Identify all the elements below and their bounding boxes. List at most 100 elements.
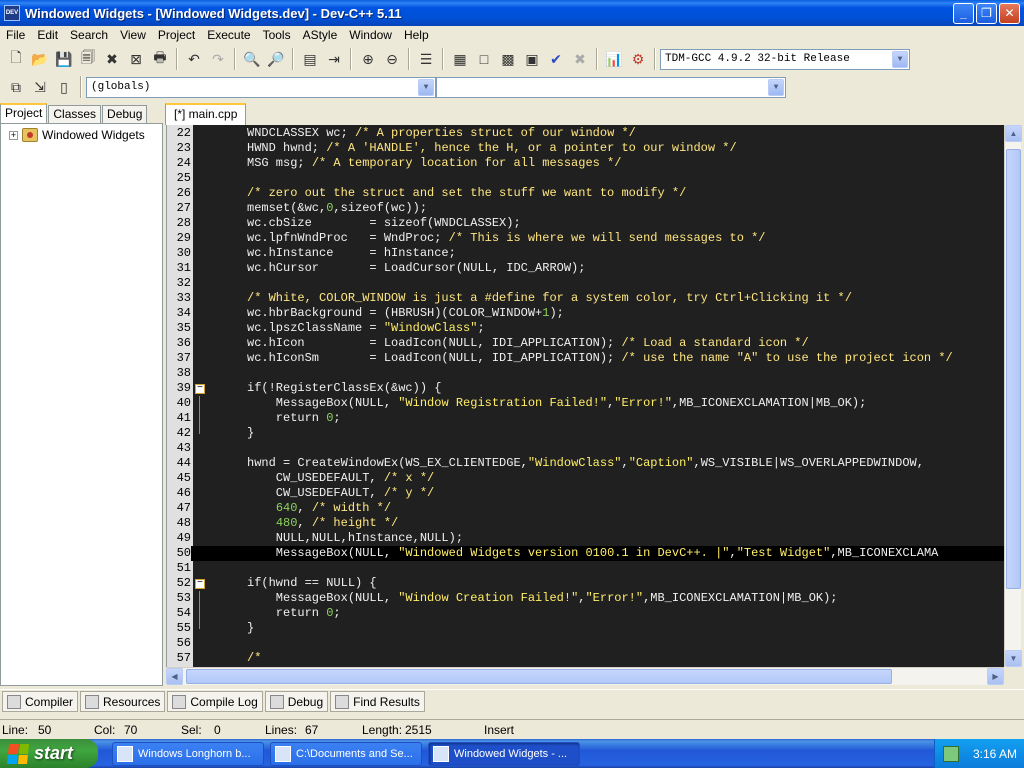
- start-button[interactable]: start: [0, 739, 98, 768]
- menu-project[interactable]: Project: [152, 26, 201, 44]
- print-icon[interactable]: 🖶: [149, 48, 171, 70]
- taskbar-item[interactable]: C:\Documents and Se...: [270, 742, 422, 766]
- code-line[interactable]: 36 wc.hIcon = LoadIcon(NULL, IDI_APPLICAT…: [167, 336, 1004, 351]
- horizontal-scrollbar[interactable]: ◀ ▶: [166, 667, 1004, 685]
- code-line[interactable]: 25: [167, 171, 1004, 186]
- tab-project[interactable]: Project: [0, 103, 48, 123]
- code-line[interactable]: 38: [167, 366, 1004, 381]
- code-line[interactable]: 54 return 0;: [167, 606, 1004, 621]
- menu-search[interactable]: Search: [64, 26, 114, 44]
- scroll-right-icon[interactable]: ▶: [987, 668, 1004, 685]
- menu-view[interactable]: View: [114, 26, 152, 44]
- rebuild-icon[interactable]: ▣: [521, 48, 543, 70]
- close-all-icon[interactable]: ⊠: [125, 48, 147, 70]
- menu-window[interactable]: Window: [343, 26, 398, 44]
- tab-debug[interactable]: Debug: [102, 105, 148, 123]
- code-line[interactable]: 40 MessageBox(NULL, "Window Registration…: [167, 396, 1004, 411]
- app-icon[interactable]: DEV: [4, 5, 20, 21]
- chevron-down-icon[interactable]: ▼: [418, 78, 434, 96]
- taskbar-item[interactable]: Windows Longhorn b...: [112, 742, 264, 766]
- save-icon[interactable]: 💾: [53, 48, 75, 70]
- tab-main-cpp[interactable]: [*] main.cpp: [165, 103, 247, 125]
- scroll-left-icon[interactable]: ◀: [166, 668, 183, 685]
- code-line[interactable]: 53 MessageBox(NULL, "Window Creation Fai…: [167, 591, 1004, 606]
- code-line[interactable]: 27 memset(&wc,0,sizeof(wc));: [167, 201, 1004, 216]
- code-line[interactable]: 22 WNDCLASSEX wc; /* A properties struct …: [167, 126, 1004, 141]
- insert-icon[interactable]: ⧉: [5, 76, 27, 98]
- tab-compile-log[interactable]: Compile Log: [167, 691, 263, 712]
- undo-icon[interactable]: ↶: [183, 48, 205, 70]
- maximize-button[interactable]: ❐: [976, 2, 997, 24]
- code-line[interactable]: 51: [167, 561, 1004, 576]
- remove-from-project-icon[interactable]: ⊖: [381, 48, 403, 70]
- code-line[interactable]: 42}: [167, 426, 1004, 441]
- tree-item-project[interactable]: + Windowed Widgets: [9, 128, 145, 142]
- code-line[interactable]: 44 hwnd = CreateWindowEx(WS_EX_CLIENTEDGE…: [167, 456, 1004, 471]
- vertical-scrollbar[interactable]: ▲ ▼: [1004, 125, 1022, 667]
- code-line[interactable]: 32: [167, 276, 1004, 291]
- menu-tools[interactable]: Tools: [257, 26, 297, 44]
- code-line[interactable]: 49 NULL,NULL,hInstance,NULL);: [167, 531, 1004, 546]
- syntax-check-icon[interactable]: ✔: [545, 48, 567, 70]
- new-file-icon[interactable]: 🗋: [5, 48, 27, 70]
- scroll-up-icon[interactable]: ▲: [1005, 125, 1022, 142]
- network-icon[interactable]: [943, 745, 959, 762]
- chevron-down-icon[interactable]: ▼: [892, 50, 908, 68]
- code-line[interactable]: 50 MessageBox(NULL, "Windowed Widgets ve…: [167, 546, 1004, 561]
- bookmark-icon[interactable]: ⇲: [29, 76, 51, 98]
- scroll-down-icon[interactable]: ▼: [1005, 650, 1022, 667]
- menu-help[interactable]: Help: [398, 26, 435, 44]
- open-file-icon[interactable]: 📂: [29, 48, 51, 70]
- add-to-project-icon[interactable]: ⊕: [357, 48, 379, 70]
- code-line[interactable]: 43: [167, 441, 1004, 456]
- close-button[interactable]: ✕: [999, 2, 1020, 24]
- taskbar-item-active[interactable]: Windowed Widgets - ...: [428, 742, 580, 766]
- vertical-scroll-thumb[interactable]: [1006, 149, 1021, 589]
- minimize-button[interactable]: _: [953, 2, 974, 24]
- compiler-select[interactable]: TDM-GCC 4.9.2 32-bit Release ▼: [660, 48, 910, 70]
- chart-icon[interactable]: 📊: [603, 48, 625, 70]
- code-line[interactable]: 56: [167, 636, 1004, 651]
- code-line[interactable]: 30 wc.hInstance = hInstance;: [167, 246, 1004, 261]
- run-icon[interactable]: □: [473, 48, 495, 70]
- code-editor[interactable]: 22 WNDCLASSEX wc; /* A properties struct …: [166, 125, 1004, 667]
- code-line[interactable]: 35 wc.lpszClassName = "WindowClass";: [167, 321, 1004, 336]
- fold-toggle-icon[interactable]: −: [195, 579, 205, 589]
- goto-line-icon[interactable]: ▤: [299, 48, 321, 70]
- tab-compiler[interactable]: Compiler: [2, 691, 79, 712]
- code-line[interactable]: 48 480, /* height */: [167, 516, 1004, 531]
- expand-icon[interactable]: +: [9, 130, 18, 140]
- goto-bookmark-icon[interactable]: ▯: [53, 76, 75, 98]
- code-line[interactable]: 37 wc.hIconSm = LoadIcon(NULL, IDI_APPLIC…: [167, 351, 1004, 366]
- code-line[interactable]: 55}: [167, 621, 1004, 636]
- menu-edit[interactable]: Edit: [31, 26, 64, 44]
- menu-astyle[interactable]: AStyle: [297, 26, 344, 44]
- menu-file[interactable]: File: [0, 26, 31, 44]
- stop-execution-icon[interactable]: ✖: [569, 48, 591, 70]
- member-select[interactable]: ▼: [436, 76, 786, 98]
- code-line[interactable]: 29 wc.lpfnWndProc = WndProc; /* This is w…: [167, 231, 1004, 246]
- code-line[interactable]: 28 wc.cbSize = sizeof(WNDCLASSEX);: [167, 216, 1004, 231]
- code-line[interactable]: 52− if(hwnd == NULL) {: [167, 576, 1004, 591]
- goto-function-icon[interactable]: ⇥: [323, 48, 345, 70]
- code-line[interactable]: 31 wc.hCursor = LoadCursor(NULL, IDC_ARRO…: [167, 261, 1004, 276]
- code-line[interactable]: 24 MSG msg; /* A temporary location for a…: [167, 156, 1004, 171]
- close-file-icon[interactable]: ✖: [101, 48, 123, 70]
- menu-execute[interactable]: Execute: [201, 26, 256, 44]
- code-line[interactable]: 57 /*: [167, 651, 1004, 666]
- code-line[interactable]: 34 wc.hbrBackground = (HBRUSH)(COLOR_WIND…: [167, 306, 1004, 321]
- redo-icon[interactable]: ↷: [207, 48, 229, 70]
- code-line[interactable]: 45 CW_USEDEFAULT, /* x */: [167, 471, 1004, 486]
- horizontal-scroll-thumb[interactable]: [186, 669, 892, 684]
- scope-select[interactable]: (globals) ▼: [86, 76, 436, 98]
- find-icon[interactable]: 🔍: [241, 48, 263, 70]
- replace-icon[interactable]: 🔎: [265, 48, 287, 70]
- fold-toggle-icon[interactable]: −: [195, 384, 205, 394]
- tab-classes[interactable]: Classes: [48, 105, 102, 123]
- code-line[interactable]: 26 /* zero out the struct and set the stu…: [167, 186, 1004, 201]
- chevron-down-icon[interactable]: ▼: [768, 78, 784, 96]
- tab-debug-output[interactable]: Debug: [264, 691, 329, 712]
- code-line[interactable]: 39− if(!RegisterClassEx(&wc)) {: [167, 381, 1004, 396]
- compile-icon[interactable]: ▦: [449, 48, 471, 70]
- code-line[interactable]: 46 CW_USEDEFAULT, /* y */: [167, 486, 1004, 501]
